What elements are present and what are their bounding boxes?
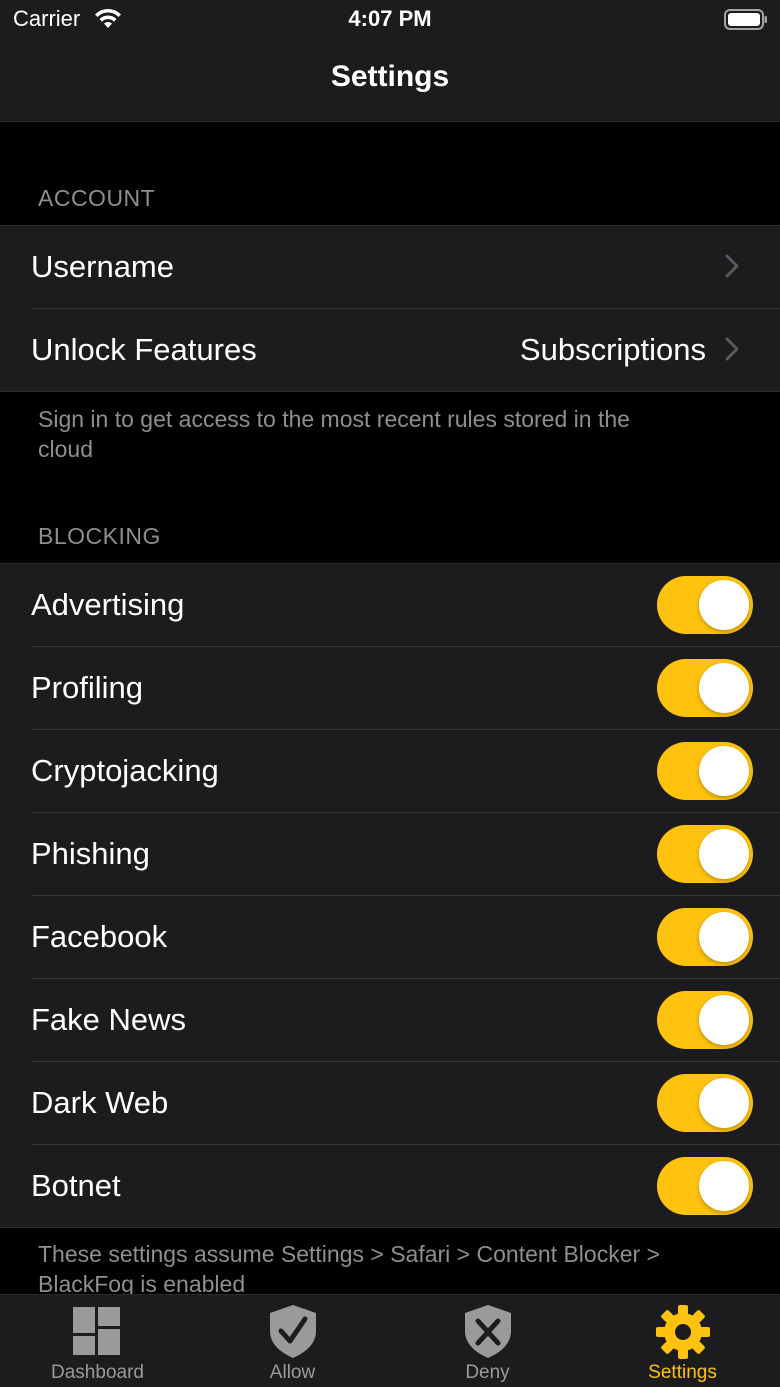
botnet-label: Botnet <box>31 1168 121 1203</box>
status-time: 4:07 PM <box>348 6 432 31</box>
phishing-label: Phishing <box>31 836 150 871</box>
tab-allow-label: Allow <box>269 1362 316 1383</box>
cryptojacking-row: Cryptojacking <box>31 730 780 813</box>
username-label: Username <box>31 249 174 284</box>
phishing-row: Phishing <box>31 813 780 896</box>
unlock-features-label: Unlock Features <box>31 332 257 367</box>
advertising-row: Advertising <box>31 564 780 647</box>
shield-check-icon <box>270 1305 316 1358</box>
tab-settings-label: Settings <box>648 1362 717 1383</box>
toggle-knob <box>699 1078 749 1128</box>
facebook-label: Facebook <box>31 919 168 954</box>
toggle-knob <box>699 1161 749 1211</box>
unlock-features-row[interactable]: Unlock Features Subscriptions <box>31 309 780 391</box>
blocking-group: Advertising Profiling Cryptojacking Phis… <box>0 563 780 1228</box>
battery-icon <box>724 9 767 30</box>
toggle-knob <box>699 580 749 630</box>
subscriptions-value: Subscriptions <box>519 332 706 367</box>
fake-news-toggle[interactable] <box>657 991 753 1049</box>
toggle-knob <box>699 912 749 962</box>
tab-bar: Dashboard Allow Deny Settings <box>0 1294 780 1387</box>
shield-x-icon <box>465 1305 511 1358</box>
account-group: Username Unlock Features Subscriptions <box>0 225 780 392</box>
status-bar: Carrier 4:07 PM <box>0 0 780 40</box>
advertising-toggle[interactable] <box>657 576 753 634</box>
settings-screen: Carrier 4:07 PM Settings ACCOUNT Usernam… <box>0 0 780 1387</box>
toggle-knob <box>699 829 749 879</box>
profiling-label: Profiling <box>31 670 143 705</box>
toggle-knob <box>699 995 749 1045</box>
facebook-row: Facebook <box>31 896 780 979</box>
dark-web-row: Dark Web <box>31 1062 780 1145</box>
chevron-right-icon <box>725 254 739 278</box>
fake-news-label: Fake News <box>31 1002 187 1037</box>
phishing-toggle[interactable] <box>657 825 753 883</box>
dark-web-label: Dark Web <box>31 1085 169 1120</box>
fake-news-row: Fake News <box>31 979 780 1062</box>
tab-deny[interactable]: Deny <box>390 1295 585 1387</box>
tab-allow[interactable]: Allow <box>195 1295 390 1387</box>
profiling-toggle[interactable] <box>657 659 753 717</box>
chevron-right-icon <box>725 337 739 361</box>
toggle-knob <box>699 663 749 713</box>
dashboard-icon <box>73 1307 120 1355</box>
toggle-knob <box>699 746 749 796</box>
profiling-row: Profiling <box>31 647 780 730</box>
cryptojacking-toggle[interactable] <box>657 742 753 800</box>
facebook-toggle[interactable] <box>657 908 753 966</box>
botnet-row: Botnet <box>31 1145 780 1227</box>
dark-web-toggle[interactable] <box>657 1074 753 1132</box>
section-header-blocking: BLOCKING <box>38 523 161 549</box>
page-title: Settings <box>330 60 450 93</box>
tab-settings[interactable]: Settings <box>585 1295 780 1387</box>
section-header-account: ACCOUNT <box>38 185 156 211</box>
tab-deny-label: Deny <box>465 1362 510 1383</box>
cryptojacking-label: Cryptojacking <box>31 753 219 788</box>
blocking-footer: These settings assume Settings > Safari … <box>38 1241 660 1297</box>
tab-dashboard-label: Dashboard <box>51 1362 144 1383</box>
username-row[interactable]: Username <box>31 226 780 309</box>
navigation-bar: Carrier 4:07 PM Settings <box>0 0 780 122</box>
tab-dashboard[interactable]: Dashboard <box>0 1295 195 1387</box>
botnet-toggle[interactable] <box>657 1157 753 1215</box>
gear-icon <box>656 1305 710 1359</box>
advertising-label: Advertising <box>31 587 185 622</box>
account-footer: Sign in to get access to the most recent… <box>38 406 630 462</box>
